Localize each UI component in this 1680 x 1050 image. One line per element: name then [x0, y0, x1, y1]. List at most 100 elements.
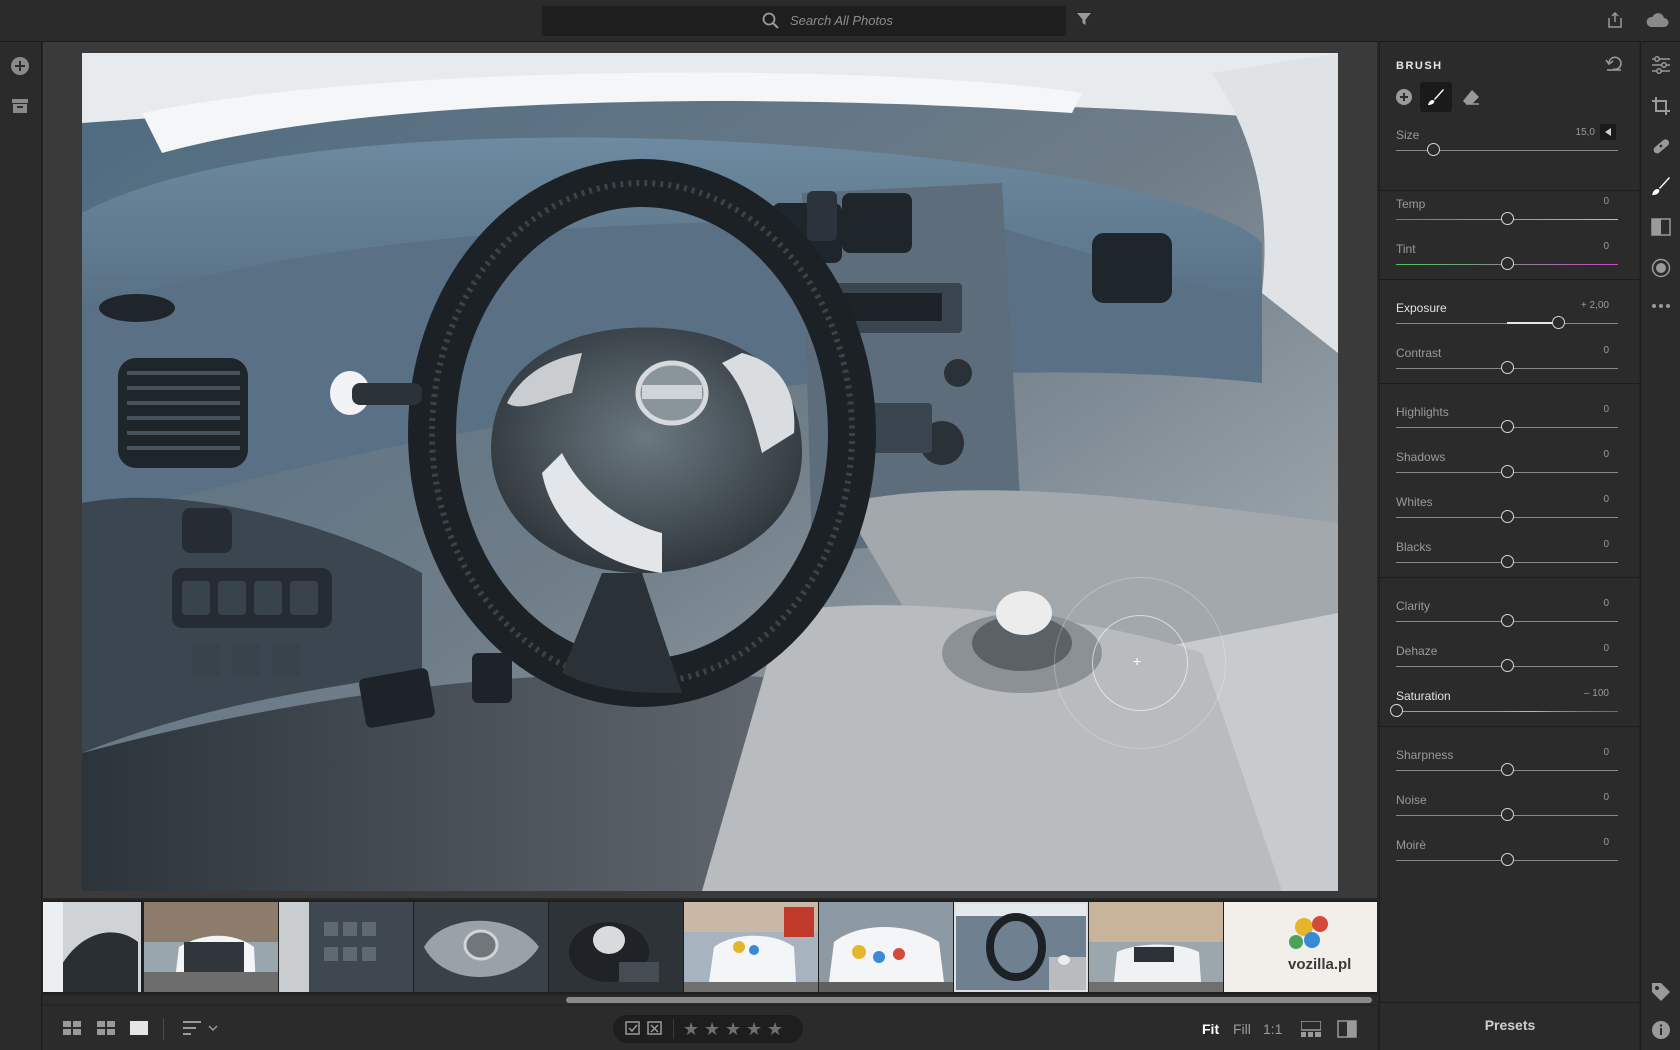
search-placeholder[interactable]: Search All Photos	[790, 13, 893, 28]
filmstrip-thumb[interactable]	[414, 902, 548, 992]
sharpness-label: Sharpness	[1396, 748, 1454, 762]
size-expand-icon[interactable]	[1600, 124, 1616, 140]
panel-divider	[1380, 726, 1640, 727]
dehaze-label: Dehaze	[1396, 644, 1438, 658]
star-5-icon[interactable]: ★	[767, 1019, 783, 1040]
reject-flag-icon[interactable]	[647, 1021, 663, 1042]
star-1-icon[interactable]: ★	[683, 1019, 699, 1040]
clarity-slider-knob[interactable]	[1500, 614, 1514, 627]
clarity-value[interactable]: 0	[1603, 598, 1609, 609]
tint-value[interactable]: 0	[1603, 241, 1609, 252]
add-brush-icon[interactable]	[1395, 88, 1413, 111]
contrast-label: Contrast	[1396, 346, 1442, 360]
filmstrip-thumb[interactable]	[43, 902, 141, 992]
library-icon[interactable]	[11, 98, 29, 119]
whites-slider-knob[interactable]	[1500, 510, 1514, 523]
dehaze-value[interactable]: 0	[1603, 643, 1609, 654]
search-bar[interactable]: Search All Photos	[542, 6, 1066, 36]
filmstrip-thumb[interactable]	[549, 902, 683, 992]
highlights-value[interactable]: 0	[1603, 404, 1609, 415]
filmstrip-thumb[interactable]: vozilla.pl	[1224, 902, 1377, 992]
shadows-slider-knob[interactable]	[1500, 465, 1514, 478]
blacks-slider-knob[interactable]	[1500, 555, 1514, 568]
radial-gradient-icon[interactable]	[1651, 258, 1671, 283]
filmstrip-thumb[interactable]	[684, 902, 818, 992]
zoom-fit-button[interactable]: Fit	[1202, 1021, 1219, 1037]
exposure-label: Exposure	[1396, 301, 1447, 315]
healing-brush-icon[interactable]	[1651, 136, 1671, 161]
divider	[673, 1019, 674, 1039]
zoom-fill-button[interactable]: Fill	[1233, 1021, 1251, 1037]
exposure-value[interactable]: + 2,00	[1581, 300, 1609, 311]
square-grid-icon[interactable]	[63, 1021, 81, 1040]
size-value[interactable]: 15,0	[1576, 127, 1595, 138]
crop-icon[interactable]	[1651, 96, 1671, 121]
noise-label: Noise	[1396, 793, 1427, 807]
brush-tool-button[interactable]	[1420, 82, 1452, 112]
highlights-slider-knob[interactable]	[1500, 420, 1514, 433]
compare-view-icon[interactable]	[1337, 1020, 1357, 1043]
detail-view-icon[interactable]	[130, 1021, 148, 1040]
filmstrip-toggle-icon[interactable]	[1300, 1020, 1322, 1042]
saturation-slider-knob[interactable]	[1389, 704, 1403, 717]
size-slider-knob[interactable]	[1427, 143, 1441, 156]
filmstrip-thumb-selected[interactable]	[954, 902, 1088, 992]
tag-icon[interactable]	[1651, 982, 1671, 1007]
tint-slider-knob[interactable]	[1500, 257, 1514, 270]
saturation-slider-track[interactable]	[1396, 711, 1618, 712]
contrast-slider-knob[interactable]	[1500, 361, 1514, 374]
noise-value[interactable]: 0	[1603, 792, 1609, 803]
presets-button[interactable]: Presets	[1380, 1002, 1640, 1050]
star-2-icon[interactable]: ★	[704, 1019, 720, 1040]
divider	[163, 1018, 164, 1040]
star-4-icon[interactable]: ★	[746, 1019, 762, 1040]
cloud-icon[interactable]	[1645, 12, 1669, 33]
pick-flag-icon[interactable]	[625, 1021, 641, 1042]
panel-title: BRUSH	[1396, 60, 1443, 72]
filmstrip-thumb[interactable]	[819, 902, 953, 992]
reset-icon[interactable]	[1605, 56, 1623, 77]
whites-value[interactable]: 0	[1603, 494, 1609, 505]
noise-slider-knob[interactable]	[1500, 808, 1514, 821]
contrast-value[interactable]: 0	[1603, 345, 1609, 356]
tint-label: Tint	[1396, 242, 1416, 256]
sharpness-value[interactable]: 0	[1603, 747, 1609, 758]
moire-label: Moirè	[1396, 838, 1427, 852]
sharpness-slider-knob[interactable]	[1500, 763, 1514, 776]
filmstrip-thumb[interactable]	[144, 902, 278, 992]
sort-icon[interactable]	[183, 1020, 219, 1041]
temp-slider-knob[interactable]	[1500, 212, 1514, 225]
info-icon[interactable]	[1651, 1020, 1671, 1045]
filmstrip-scrollbar[interactable]	[566, 997, 1372, 1003]
blacks-value[interactable]: 0	[1603, 539, 1609, 550]
star-3-icon[interactable]: ★	[725, 1019, 741, 1040]
eraser-icon[interactable]	[1462, 89, 1480, 110]
zoom-1to1-button[interactable]: 1:1	[1263, 1021, 1282, 1037]
photo-grid-icon[interactable]	[97, 1021, 115, 1040]
moire-value[interactable]: 0	[1603, 837, 1609, 848]
search-icon	[762, 12, 780, 35]
photo-canvas[interactable]: +	[43, 42, 1377, 898]
shadows-label: Shadows	[1396, 450, 1446, 464]
temp-value[interactable]: 0	[1603, 196, 1609, 207]
main-photo[interactable]	[82, 53, 1338, 891]
temp-label: Temp	[1396, 197, 1426, 211]
filter-icon[interactable]	[1076, 11, 1092, 32]
moire-slider-knob[interactable]	[1500, 853, 1514, 866]
linear-gradient-icon[interactable]	[1651, 218, 1671, 241]
dehaze-slider-knob[interactable]	[1500, 659, 1514, 672]
add-photos-icon[interactable]	[10, 56, 30, 81]
panel-divider	[1380, 190, 1640, 191]
more-icon[interactable]	[1651, 296, 1671, 314]
brush-panel-icon[interactable]	[1651, 176, 1671, 201]
share-icon[interactable]	[1606, 11, 1624, 34]
saturation-value[interactable]: – 100	[1584, 688, 1609, 699]
shadows-value[interactable]: 0	[1603, 449, 1609, 460]
brush-crosshair-icon: +	[1133, 653, 1142, 669]
bottom-bar: ★ ★ ★ ★ ★ Fit Fill 1:1	[43, 1006, 1377, 1050]
exposure-slider-knob[interactable]	[1551, 316, 1565, 329]
filmstrip-thumb[interactable]	[279, 902, 413, 992]
top-bar: Search All Photos	[0, 0, 1680, 42]
filmstrip-thumb[interactable]	[1089, 902, 1223, 992]
edit-sliders-icon[interactable]	[1651, 56, 1671, 79]
